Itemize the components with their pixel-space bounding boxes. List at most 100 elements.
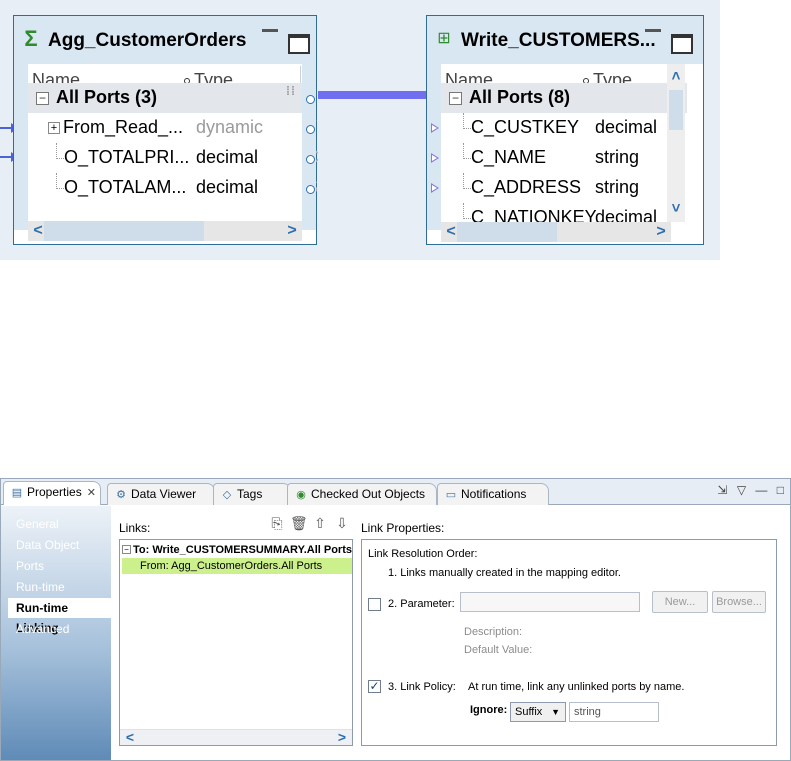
port-group-row[interactable]: − All Ports (8) <box>441 83 687 113</box>
links-tree[interactable]: − To: Write_CUSTOMERSUMMARY.All Ports Fro… <box>119 539 353 746</box>
pin-icon[interactable]: ⇲ <box>717 483 727 497</box>
input-port-triangle-icon[interactable] <box>431 123 439 133</box>
input-port-triangle-icon[interactable] <box>431 153 439 163</box>
port-name: C_NAME <box>471 147 547 167</box>
agg-customer-orders-transformation[interactable]: Σ Agg_CustomerOrders Name Type E − All P… <box>13 15 319 245</box>
port-row[interactable]: C_CUSTKEY decimal <box>441 113 673 143</box>
maximize-icon[interactable] <box>671 34 693 54</box>
ignore-value-input[interactable]: string <box>569 702 659 722</box>
port-group-row[interactable]: − All Ports (3) ⁞⁞ <box>28 83 302 113</box>
port-row[interactable]: O_TOTALPRI... decimal C <box>28 143 319 173</box>
port-row[interactable]: O_TOTALAM... decimal S <box>28 173 318 203</box>
port-row[interactable]: C_ADDRESS string <box>441 173 673 203</box>
description-label: Description: <box>464 626 523 638</box>
output-port-circle-icon[interactable] <box>306 185 315 194</box>
scroll-left-icon[interactable]: < <box>122 730 138 745</box>
aggregator-icon: Σ <box>24 26 38 51</box>
nav-item-run-time-linking[interactable]: Run-time Linking <box>8 598 111 635</box>
port-row[interactable]: + From_Read_... dynamic F <box>28 113 318 143</box>
tree-line <box>56 173 64 189</box>
maximize-icon[interactable] <box>288 34 310 54</box>
transformation-header[interactable]: ⊞ Write_CUSTOMERS... <box>427 16 703 64</box>
minimize-icon[interactable]: — <box>755 483 767 497</box>
link-tree-root[interactable]: − To: Write_CUSTOMERSUMMARY.All Ports <box>122 542 352 558</box>
move-down-icon[interactable]: ⇩ <box>334 515 350 531</box>
tab-data-viewer[interactable]: ⚙ Data Viewer <box>107 483 215 505</box>
input-port-triangle-icon[interactable] <box>431 183 439 193</box>
horizontal-scrollbar[interactable]: < > <box>28 221 302 241</box>
properties-view: ▤ Properties ✕ ⚙ Data Viewer ◇ Tags ◉ Checked… <box>0 478 791 761</box>
write-customers-transformation[interactable]: ⊞ Write_CUSTOMERS... Name Type − All Por… <box>426 15 704 245</box>
scroll-right-icon[interactable]: > <box>334 730 350 745</box>
minimize-icon[interactable] <box>645 29 661 39</box>
links-label: Links: <box>119 521 151 535</box>
nav-item-advanced[interactable]: Advanced <box>8 619 111 639</box>
new-link-icon[interactable]: ⎘ <box>269 515 285 531</box>
scrollbar-thumb[interactable] <box>669 90 683 130</box>
tab-label: Checked Out Objects <box>311 487 426 501</box>
port-row[interactable]: C_NAME string <box>441 143 673 173</box>
port-row[interactable]: C_NATIONKEY decimal <box>441 203 673 223</box>
new-parameter-button[interactable]: New... <box>652 591 708 613</box>
tab-notifications[interactable]: ▭ Notifications <box>437 483 549 505</box>
minimize-icon[interactable] <box>262 29 278 39</box>
link-policy-label: 3. Link Policy: <box>388 681 456 693</box>
tab-label: Properties <box>27 485 82 499</box>
nav-item-data-object[interactable]: Data Object <box>8 535 111 555</box>
transformation-title: Write_CUSTOMERS... <box>461 30 656 51</box>
collapse-icon[interactable]: − <box>449 92 462 105</box>
horizontal-scrollbar[interactable]: < > <box>441 222 671 242</box>
nav-item-ports[interactable]: Ports <box>8 556 111 576</box>
scroll-up-icon[interactable]: ˄ <box>667 68 685 86</box>
maximize-icon[interactable]: □ <box>777 483 784 497</box>
chevron-down-icon: ▼ <box>551 707 560 717</box>
left-border <box>14 64 28 230</box>
link-policy-checkbox[interactable]: ✓ <box>368 680 381 693</box>
scroll-right-icon[interactable]: > <box>653 222 669 242</box>
collapse-icon[interactable]: − <box>122 545 131 554</box>
output-port-circle-icon[interactable] <box>306 95 315 104</box>
data-viewer-icon: ⚙ <box>116 489 126 501</box>
port-group-label: All Ports (8) <box>469 87 571 107</box>
transformation-title: Agg_CustomerOrders <box>48 30 247 51</box>
output-port-circle-icon[interactable] <box>306 155 315 164</box>
tab-properties[interactable]: ▤ Properties ✕ <box>3 481 101 505</box>
view-menu-icon[interactable]: ▽ <box>737 483 746 497</box>
drag-handle-icon[interactable]: ⁞⁞ <box>286 85 295 106</box>
mapping-canvas[interactable]: Σ Agg_CustomerOrders Name Type E − All P… <box>0 0 720 260</box>
link-properties-label: Link Properties: <box>361 521 445 535</box>
link-tree-child[interactable]: From: Agg_CustomerOrders.All Ports <box>122 558 352 574</box>
group-link[interactable] <box>318 91 430 99</box>
horizontal-scrollbar[interactable]: < > <box>120 729 352 745</box>
close-icon[interactable]: ✕ <box>87 487 96 499</box>
parameter-checkbox[interactable] <box>368 598 381 611</box>
port-type: string <box>595 147 640 167</box>
tab-tags[interactable]: ◇ Tags <box>213 483 291 505</box>
nav-item-general[interactable]: General <box>8 514 111 534</box>
port-group-label: All Ports (3) <box>56 87 158 107</box>
write-target-icon: ⊞ <box>437 30 451 47</box>
scroll-down-icon[interactable]: ˅ <box>667 200 685 218</box>
scrollbar-thumb[interactable] <box>457 222 557 242</box>
tag-icon: ◇ <box>222 489 232 501</box>
nav-item-run-time[interactable]: Run-time <box>8 577 111 597</box>
ignore-select[interactable]: Suffix ▼ <box>510 702 566 722</box>
delete-icon[interactable]: 🗑 <box>290 515 308 531</box>
default-value-label: Default Value: <box>464 644 533 656</box>
browse-button[interactable]: Browse... <box>712 591 766 613</box>
port-type: decimal <box>595 117 658 137</box>
expand-icon[interactable]: + <box>48 122 60 134</box>
resolution-order-title: Link Resolution Order: <box>368 548 478 560</box>
scroll-right-icon[interactable]: > <box>284 221 300 241</box>
tab-checked-out-objects[interactable]: ◉ Checked Out Objects <box>287 483 437 505</box>
checked-out-icon: ◉ <box>296 489 306 501</box>
output-port-circle-icon[interactable] <box>306 125 315 134</box>
tree-line <box>463 173 471 189</box>
vertical-scrollbar[interactable]: ˄ ˅ <box>667 64 685 222</box>
transformation-header[interactable]: Σ Agg_CustomerOrders <box>14 16 316 64</box>
scrollbar-thumb[interactable] <box>44 221 204 241</box>
move-up-icon[interactable]: ⇧ <box>312 515 328 531</box>
collapse-icon[interactable]: − <box>36 92 49 105</box>
port-name: O_TOTALPRI... <box>64 147 190 167</box>
parameter-input[interactable] <box>460 592 640 612</box>
